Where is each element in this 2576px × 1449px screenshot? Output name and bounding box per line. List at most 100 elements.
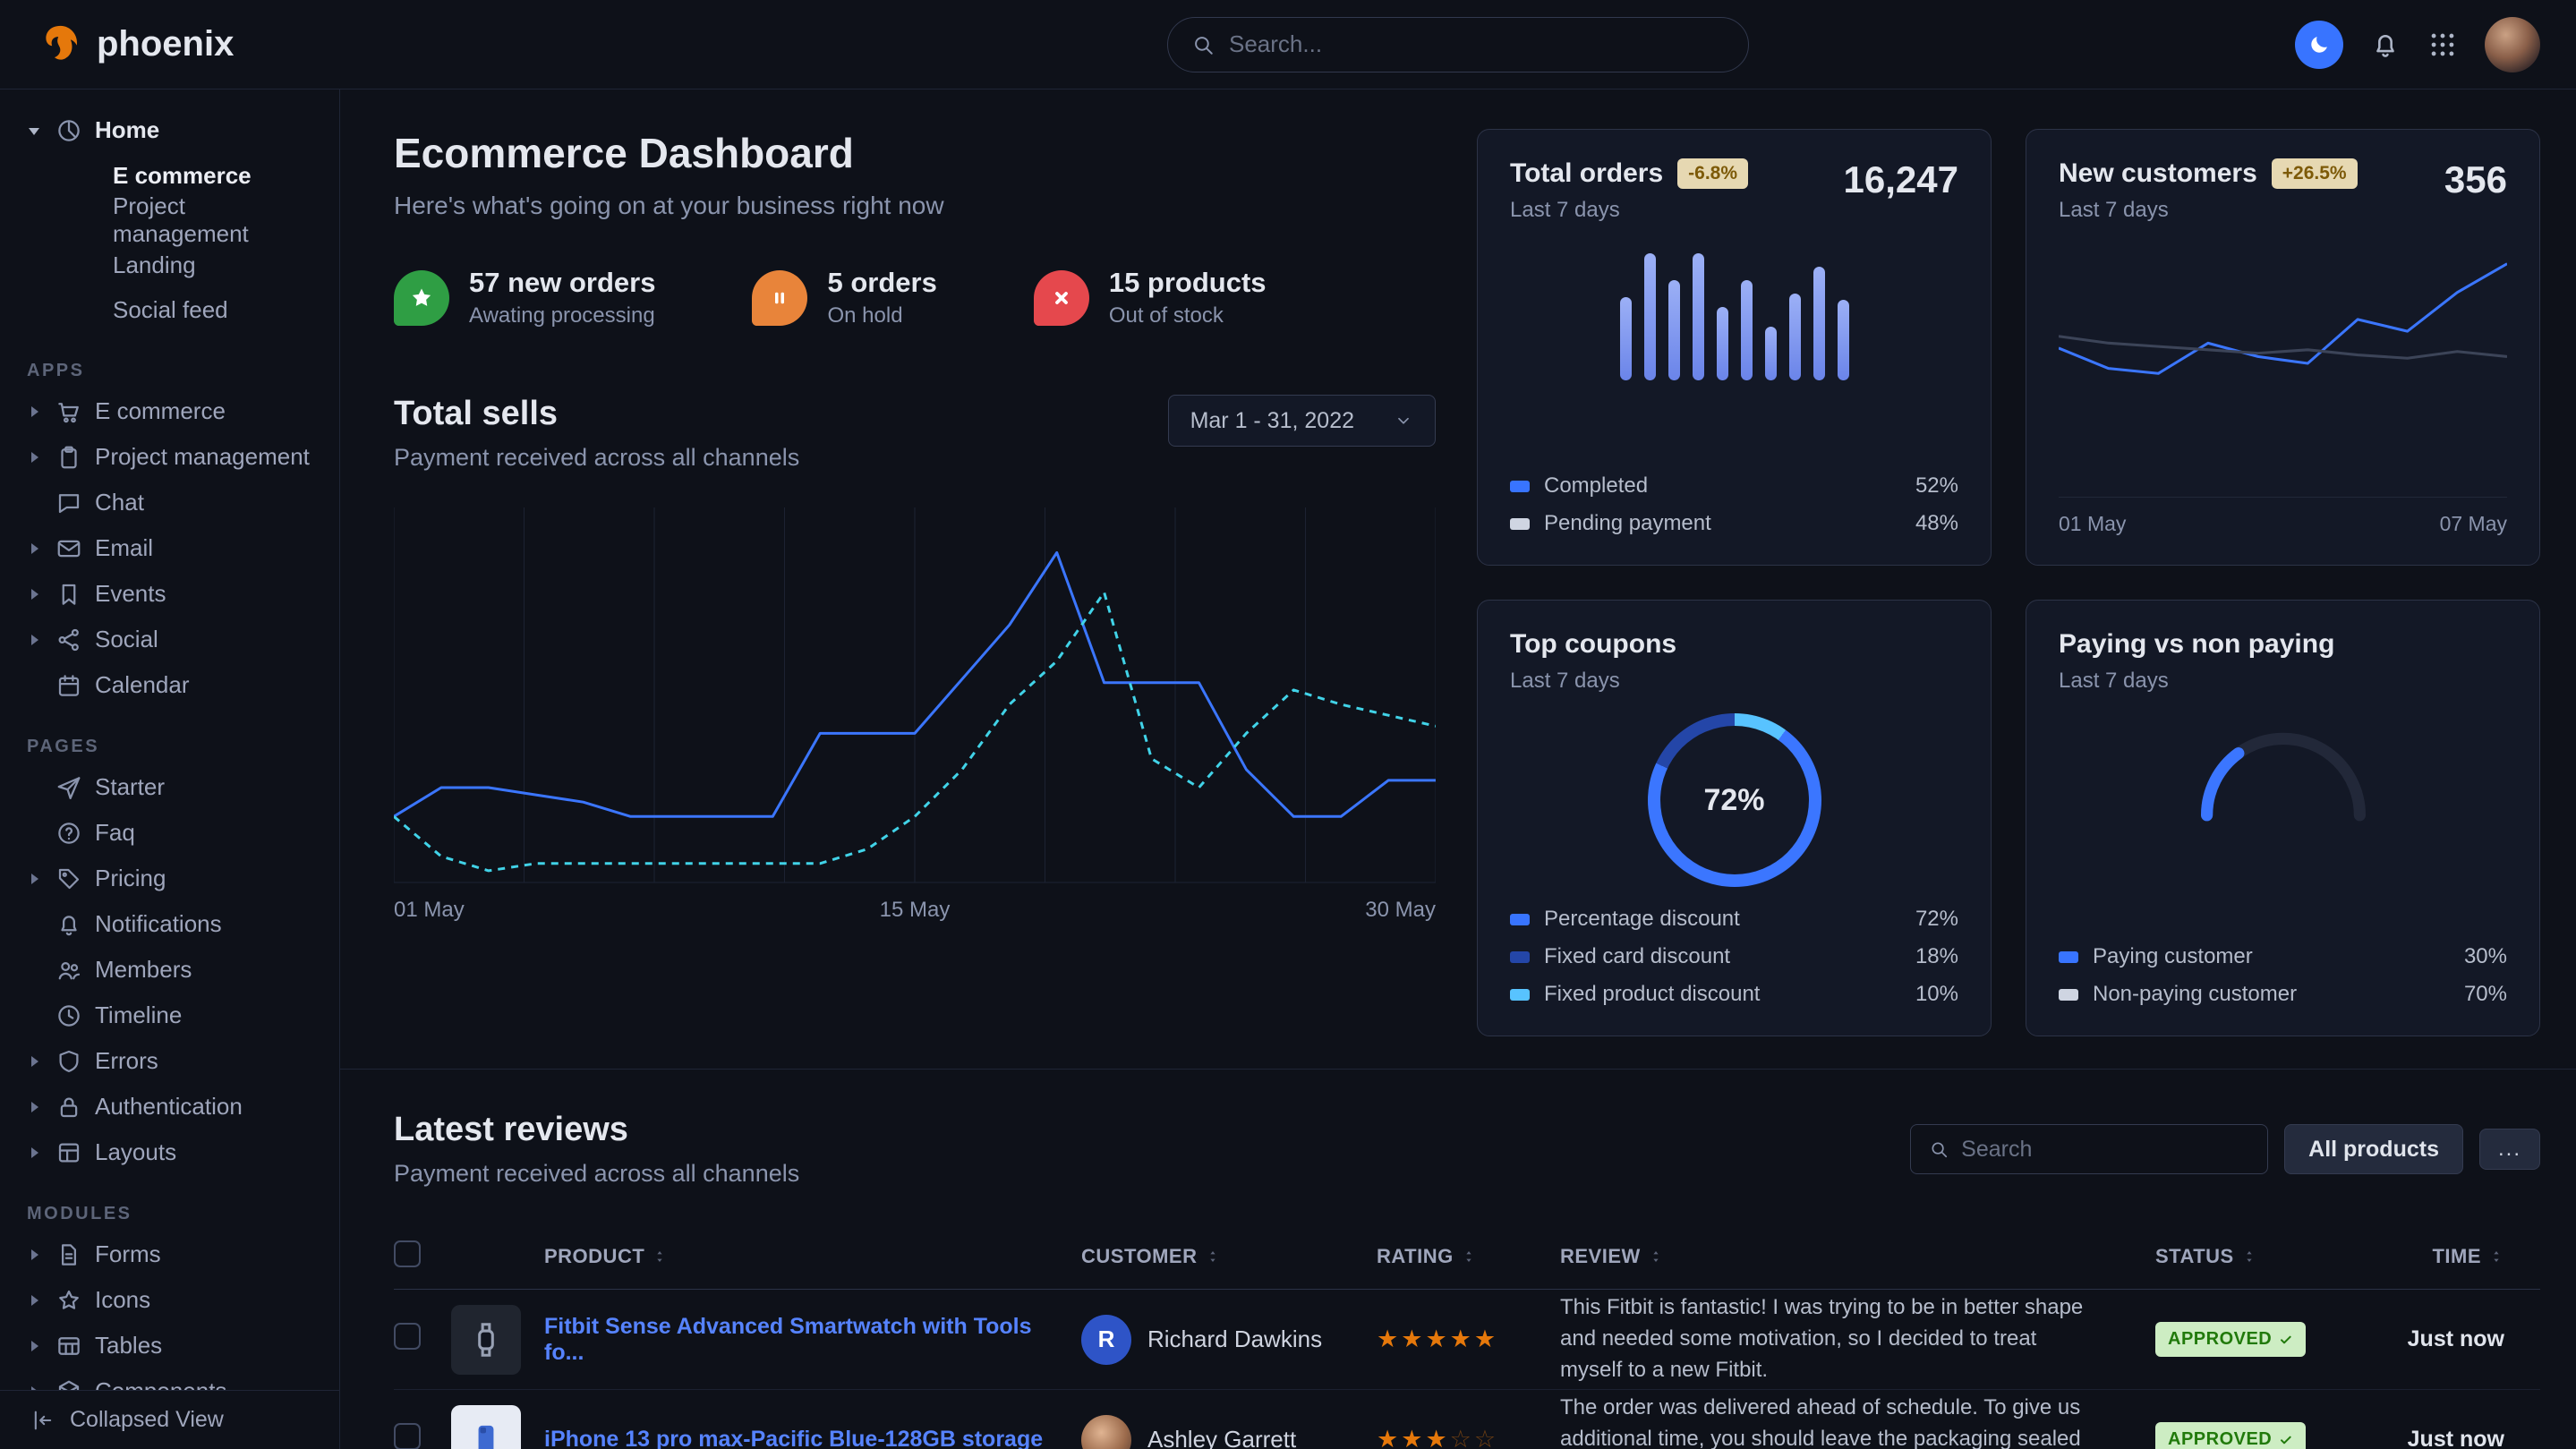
- review-row: Fitbit Sense Advanced Smartwatch with To…: [394, 1290, 2540, 1390]
- column-header-customer[interactable]: CUSTOMER: [1081, 1245, 1377, 1268]
- sidebar-item-project-management[interactable]: Project management: [27, 198, 316, 243]
- x-tick: 01 May: [2059, 512, 2126, 536]
- profile-avatar[interactable]: [2485, 17, 2540, 72]
- x-axis-ticks: 01 May 07 May: [2059, 497, 2507, 536]
- paying-vs-non-paying-card: Paying vs non paying Last 7 days Paying …: [2026, 600, 2540, 1036]
- review-time: Just now: [2361, 1427, 2540, 1449]
- pie-chart-icon: [55, 117, 82, 144]
- date-range-value: Mar 1 - 31, 2022: [1190, 408, 1354, 434]
- sidebar-item-e-commerce[interactable]: E commerce: [27, 153, 316, 198]
- sidebar-item-social[interactable]: Social: [27, 617, 316, 662]
- product-thumbnail[interactable]: [451, 1305, 521, 1375]
- sidebar-item-faq[interactable]: Faq: [27, 810, 316, 856]
- product-thumbnail[interactable]: [451, 1405, 521, 1449]
- sidebar-item-notifications[interactable]: Notifications: [27, 901, 316, 947]
- legend-item: Pending payment48%: [1510, 511, 1958, 536]
- reviews-search-input[interactable]: [1961, 1137, 2249, 1163]
- sidebar-item-events[interactable]: Events: [27, 571, 316, 617]
- bell-icon: [55, 911, 82, 938]
- sidebar-item-e-commerce[interactable]: E commerce: [27, 388, 316, 434]
- sidebar-item-starter[interactable]: Starter: [27, 764, 316, 810]
- total-sells-chart: 01 May15 May30 May: [394, 507, 1436, 923]
- status-badge: APPROVED: [2155, 1422, 2306, 1449]
- row-checkbox[interactable]: [394, 1323, 421, 1350]
- column-header-product[interactable]: PRODUCT: [544, 1245, 1081, 1268]
- navbar-actions: [2295, 17, 2540, 72]
- customer-avatar: R: [1081, 1315, 1131, 1365]
- sidebar-item-home[interactable]: Home: [27, 107, 316, 153]
- legend-swatch: [1510, 989, 1530, 1001]
- product-link[interactable]: Fitbit Sense Advanced Smartwatch with To…: [544, 1314, 1081, 1366]
- sidebar-item-chat[interactable]: Chat: [27, 480, 316, 525]
- pause-icon: [752, 270, 807, 326]
- collapsed-view-toggle[interactable]: Collapsed View: [0, 1390, 339, 1449]
- sort-icon: [2241, 1249, 2257, 1265]
- file-icon: [55, 1241, 82, 1268]
- legend-item: Paying customer30%: [2059, 944, 2507, 969]
- column-header-review[interactable]: REVIEW: [1560, 1245, 2155, 1268]
- sidebar-item-forms[interactable]: Forms: [27, 1232, 316, 1277]
- sidebar-item-calendar[interactable]: Calendar: [27, 662, 316, 708]
- review-text: The order was delivered ahead of schedul…: [1560, 1393, 2155, 1449]
- date-range-select[interactable]: Mar 1 - 31, 2022: [1168, 395, 1436, 447]
- row-checkbox[interactable]: [394, 1423, 421, 1449]
- top-coupons-card: Top coupons Last 7 days 72% Percentage d…: [1477, 600, 1992, 1036]
- reviews-search[interactable]: [1910, 1124, 2268, 1174]
- column-header-rating[interactable]: RATING: [1377, 1245, 1560, 1268]
- sidebar-item-pricing[interactable]: Pricing: [27, 856, 316, 901]
- sidebar-item-authentication[interactable]: Authentication: [27, 1084, 316, 1129]
- theme-toggle-button[interactable]: [2295, 21, 2343, 69]
- all-products-button[interactable]: All products: [2284, 1124, 2463, 1174]
- total-sells-subtitle: Payment received across all channels: [394, 444, 799, 472]
- app-root: phoenix HomeE commerceProject management…: [0, 0, 2576, 1449]
- sidebar-item-project-management[interactable]: Project management: [27, 434, 316, 480]
- sidebar-item-timeline[interactable]: Timeline: [27, 993, 316, 1038]
- sidebar-item-landing[interactable]: Landing: [27, 243, 316, 287]
- reviews-table-header: PRODUCT CUSTOMER RATING REVIEW STATUS TI…: [394, 1223, 2540, 1290]
- global-search[interactable]: [1167, 17, 1749, 72]
- x-axis-ticks: 01 May15 May30 May: [394, 898, 1436, 923]
- page-subtitle: Here's what's going on at your business …: [394, 192, 1436, 220]
- users-icon: [55, 957, 82, 984]
- sidebar-item-components[interactable]: Components: [27, 1368, 316, 1390]
- quick-stat: 57 new ordersAwating processing: [394, 267, 655, 328]
- caret-right-icon: [27, 1099, 43, 1115]
- new-customers-line-chart: [2059, 246, 2507, 430]
- notifications-button[interactable]: [2370, 30, 2401, 60]
- sidebar-section-pages: PAGES: [27, 737, 316, 757]
- chevron-down-icon: [1394, 411, 1413, 430]
- card-title: Top coupons: [1510, 629, 1676, 660]
- sidebar-item-errors[interactable]: Errors: [27, 1038, 316, 1084]
- total-orders-bar-chart: [1510, 246, 1958, 380]
- sidebar-item-social-feed[interactable]: Social feed: [27, 287, 316, 332]
- caret-right-icon: [27, 871, 43, 887]
- more-actions-button[interactable]: ...: [2479, 1129, 2540, 1170]
- sidebar-item-email[interactable]: Email: [27, 525, 316, 571]
- sidebar-item-tables[interactable]: Tables: [27, 1323, 316, 1368]
- card-title: Total orders: [1510, 158, 1663, 189]
- brand-link[interactable]: phoenix: [36, 21, 234, 68]
- legend-item: Fixed card discount18%: [1510, 944, 1958, 969]
- sidebar-item-icons[interactable]: Icons: [27, 1277, 316, 1323]
- sidebar-item-layouts[interactable]: Layouts: [27, 1129, 316, 1175]
- latest-reviews-section: Latest reviews Payment received across a…: [340, 1069, 2576, 1449]
- apps-grid-button[interactable]: [2427, 30, 2458, 60]
- sidebar-item-members[interactable]: Members: [27, 947, 316, 993]
- x-tick: 07 May: [2440, 512, 2507, 536]
- bar: [1789, 294, 1801, 381]
- column-header-time[interactable]: TIME: [2361, 1245, 2540, 1268]
- calendar-icon: [55, 672, 82, 699]
- product-link[interactable]: iPhone 13 pro max-Pacific Blue-128GB sto…: [544, 1427, 1081, 1449]
- sidebar-section-modules: MODULES: [27, 1204, 316, 1224]
- sort-icon: [1461, 1249, 1477, 1265]
- top-coupons-legend: Percentage discount72%Fixed card discoun…: [1510, 907, 1958, 1007]
- caret-spacer: [27, 825, 43, 841]
- legend-swatch: [1510, 518, 1530, 530]
- select-all-checkbox[interactable]: [394, 1240, 421, 1267]
- column-header-status[interactable]: STATUS: [2155, 1245, 2361, 1268]
- collapsed-view-label: Collapsed View: [70, 1407, 224, 1433]
- caret-spacer: [27, 916, 43, 933]
- reviews-actions: All products ...: [1910, 1124, 2540, 1174]
- global-search-input[interactable]: [1229, 30, 1725, 58]
- top-navbar: phoenix: [0, 0, 2576, 89]
